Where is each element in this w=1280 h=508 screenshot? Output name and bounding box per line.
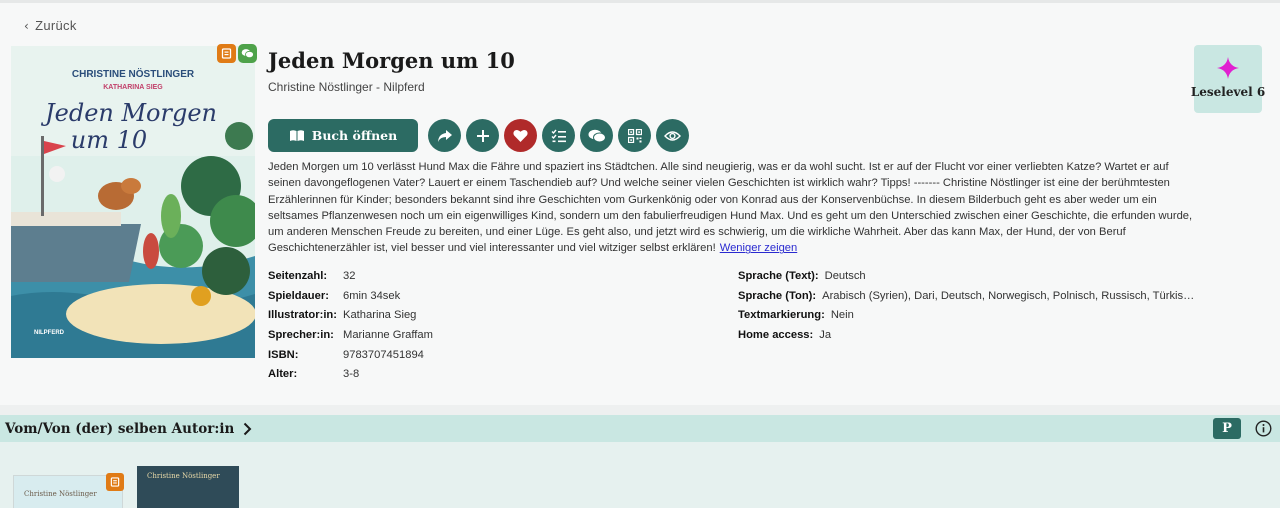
meta-value: Nein — [830, 309, 854, 322]
cover-publisher: NILPFERD — [34, 330, 65, 336]
meta-row: Sprecher:in: Marianne Graffam — [268, 325, 433, 345]
meta-row: Sprache (Text): Deutsch — [738, 266, 1194, 286]
favorite-button[interactable] — [504, 119, 537, 152]
related-book-cover[interactable]: Christine Nöstlinger — [137, 466, 239, 508]
info-icon[interactable] — [1255, 420, 1272, 437]
checklist-icon — [551, 129, 566, 142]
meta-row: ISBN: 9783707451894 — [268, 345, 433, 365]
meta-row: Home access: Ja — [738, 325, 1194, 345]
meta-key: ISBN: — [268, 348, 299, 361]
meta-value: 9783707451894 — [343, 348, 424, 361]
checklist-button[interactable] — [542, 119, 575, 152]
meta-key: Sprache (Ton): — [738, 289, 817, 302]
book-open-icon — [289, 130, 304, 141]
chat-icon — [238, 44, 257, 63]
section-title[interactable]: Vom/Von (der) selben Autor:in — [5, 421, 234, 437]
show-less-link[interactable]: Weniger zeigen — [720, 242, 798, 254]
meta-row: Illustrator:in: Katharina Sieg — [268, 305, 433, 325]
meta-value: 32 — [343, 269, 356, 282]
book-cover[interactable]: CHRISTINE NÖSTLINGER KATHARINA SIEG Jede… — [11, 46, 255, 358]
meta-value: Arabisch (Syrien), Dari, Deutsch, Norweg… — [822, 289, 1195, 302]
meta-key: Seitenzahl: — [268, 269, 328, 282]
open-book-button[interactable]: Buch öffnen — [268, 119, 418, 152]
meta-row: Alter: 3-8 — [268, 364, 433, 384]
meta-row: Sprache (Ton): Arabisch (Syrien), Dari, D… — [738, 286, 1194, 306]
audio-book-icon — [106, 473, 124, 491]
meta-row: Textmarkierung: Nein — [738, 305, 1194, 325]
meta-value: 6min 34sek — [343, 289, 401, 302]
meta-row: Spieldauer: 6min 34sek — [268, 286, 433, 306]
related-book-author: Christine Nöstlinger — [24, 490, 97, 498]
meta-key: Sprecher:in: — [268, 328, 334, 341]
author-publisher: Christine Nöstlinger - Nilpferd — [268, 80, 425, 94]
meta-value: Deutsch — [824, 269, 866, 282]
book-title: Jeden Morgen um 10 — [268, 48, 515, 73]
section-divider — [0, 405, 1280, 415]
meta-key: Textmarkierung: — [738, 309, 825, 322]
chevron-right-icon[interactable] — [243, 422, 252, 436]
top-divider — [0, 0, 1280, 3]
audio-book-icon — [217, 44, 236, 63]
reading-level-label: Leselevel 6 — [1190, 85, 1266, 99]
meta-value: 3-8 — [343, 368, 360, 381]
meta-value: Katharina Sieg — [343, 309, 417, 322]
chevron-left-icon: ‹ — [24, 18, 30, 33]
meta-value: Marianne Graffam — [343, 328, 433, 341]
meta-key: Spieldauer: — [268, 289, 329, 302]
qr-code-button[interactable] — [618, 119, 651, 152]
related-book-author: Christine Nöstlinger — [147, 472, 220, 480]
preview-button[interactable] — [656, 119, 689, 152]
back-label: Zurück — [35, 18, 77, 33]
description-text: Jeden Morgen um 10 verlässt Hund Max die… — [268, 161, 1193, 255]
heart-icon — [513, 129, 528, 142]
back-link[interactable]: ‹ Zurück — [24, 18, 77, 33]
meta-key: Illustrator:in: — [268, 309, 337, 322]
comments-button[interactable] — [580, 119, 613, 152]
meta-row: Seitenzahl: 32 — [268, 266, 433, 286]
meta-key: Home access: — [738, 328, 814, 341]
eye-icon — [664, 130, 681, 141]
share-icon — [437, 129, 452, 142]
comments-icon — [588, 129, 606, 142]
cover-title-1: Jeden Morgen — [40, 99, 217, 127]
meta-key: Alter: — [268, 368, 298, 381]
meta-value: Ja — [819, 328, 832, 341]
book-description: Jeden Morgen um 10 verlässt Hund Max die… — [268, 159, 1193, 257]
action-bar: Buch öffnen — [268, 119, 689, 152]
same-author-section-header: Vom/Von (der) selben Autor:in P — [0, 415, 1280, 442]
cover-illustrator: KATHARINA SIEG — [103, 84, 163, 91]
share-button[interactable] — [428, 119, 461, 152]
star-icon — [1217, 57, 1239, 79]
open-book-label: Buch öffnen — [311, 128, 398, 143]
p-button[interactable]: P — [1213, 418, 1241, 439]
meta-right: Sprache (Text): Deutsch Sprache (Ton): Ara… — [738, 266, 1194, 345]
meta-key: Sprache (Text): — [738, 269, 819, 282]
cover-author: CHRISTINE NÖSTLINGER — [72, 67, 195, 80]
qr-code-icon — [627, 128, 642, 143]
meta-left: Seitenzahl: 32 Spieldauer: 6min 34sek Illu… — [268, 266, 433, 384]
reading-level-badge: Leselevel 6 — [1190, 45, 1266, 113]
add-to-list-button[interactable] — [466, 119, 499, 152]
plus-icon — [476, 129, 489, 142]
cover-title-2: um 10 — [71, 126, 147, 154]
